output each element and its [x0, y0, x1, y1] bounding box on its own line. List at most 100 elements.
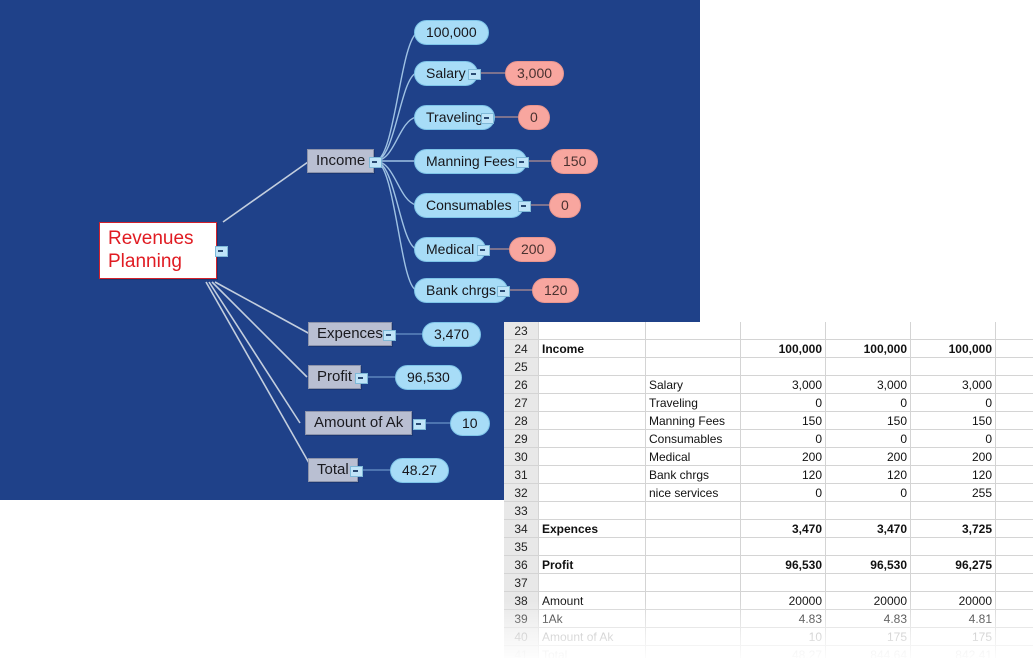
cell-category[interactable] [538, 411, 646, 430]
row-header[interactable]: 34 [504, 519, 539, 538]
cell-value[interactable] [995, 357, 1033, 376]
income-child-consumables[interactable]: Consumables [414, 193, 524, 218]
cell-category[interactable]: Expences [538, 519, 646, 538]
branch-node-income[interactable]: Income [307, 149, 375, 173]
cell-value[interactable]: 3,000 [910, 375, 996, 394]
cell-value[interactable]: 842.41 [910, 645, 996, 658]
cell-item[interactable]: Salary [645, 375, 741, 394]
table-row[interactable]: 31Bank chrgs120120120120 [504, 465, 1033, 484]
amount-of-ak-collapse-toggle[interactable] [413, 419, 426, 430]
row-header[interactable]: 25 [504, 357, 539, 376]
cell-item[interactable]: Medical [645, 447, 741, 466]
row-header[interactable]: 27 [504, 393, 539, 412]
cell-category[interactable] [538, 501, 646, 520]
branch-value-expences[interactable]: 3,470 [422, 322, 482, 347]
row-header[interactable]: 31 [504, 465, 539, 484]
cell-value[interactable]: 150 [995, 411, 1033, 430]
cell-value[interactable] [740, 322, 826, 340]
cell-item[interactable]: nice services [645, 483, 741, 502]
cell-value[interactable]: 20000 [910, 591, 996, 610]
salary-collapse-toggle[interactable] [468, 69, 481, 80]
cell-value[interactable]: 4.81 [910, 609, 996, 628]
medical-collapse-toggle[interactable] [477, 245, 490, 256]
income-collapse-toggle[interactable] [369, 157, 382, 168]
income-value-manning-fees[interactable]: 150 [551, 149, 599, 174]
cell-value[interactable]: 4.83 [825, 609, 911, 628]
row-header[interactable]: 40 [504, 627, 539, 646]
row-header[interactable]: 32 [504, 483, 539, 502]
cell-value[interactable]: 96,530 [740, 555, 826, 574]
expences-collapse-toggle[interactable] [383, 330, 396, 341]
cell-item[interactable] [645, 519, 741, 538]
cell-item[interactable] [645, 573, 741, 592]
cell-category[interactable]: Income [538, 339, 646, 358]
cell-value[interactable]: 255 [910, 483, 996, 502]
cell-value[interactable]: 120 [740, 465, 826, 484]
cell-value[interactable]: 4.83 [740, 609, 826, 628]
cell-value[interactable]: 120 [995, 465, 1033, 484]
income-value-salary[interactable]: 3,000 [505, 61, 565, 86]
table-row[interactable]: 38Amount20000200002000020000 [504, 591, 1033, 610]
cell-category[interactable] [538, 393, 646, 412]
cell-item[interactable] [645, 357, 741, 376]
table-row[interactable]: 36Profit96,53096,53096,27544,530 [504, 555, 1033, 574]
cell-item[interactable]: Manning Fees [645, 411, 741, 430]
row-header[interactable]: 38 [504, 591, 539, 610]
table-row[interactable]: 23 [504, 322, 1033, 340]
cell-category[interactable]: 1Ak [538, 609, 646, 628]
cell-value[interactable] [740, 357, 826, 376]
cell-value[interactable]: 200 [825, 447, 911, 466]
cell-category[interactable] [538, 465, 646, 484]
income-value-consumables[interactable]: 0 [549, 193, 581, 218]
cell-value[interactable]: 96,530 [825, 555, 911, 574]
cell-item[interactable] [645, 627, 741, 646]
row-header[interactable]: 23 [504, 322, 539, 340]
cell-value[interactable]: 0 [995, 375, 1033, 394]
total-collapse-toggle[interactable] [350, 466, 363, 477]
spreadsheet-grid[interactable]: 2324Income100,000100,000100,00050,000252… [504, 322, 1033, 658]
traveling-collapse-toggle[interactable] [481, 113, 494, 124]
cell-item[interactable] [645, 537, 741, 556]
cell-value[interactable]: 150 [910, 411, 996, 430]
consumables-collapse-toggle[interactable] [518, 201, 531, 212]
cell-value[interactable]: 100,000 [825, 339, 911, 358]
income-child-bank-chrgs[interactable]: Bank chrgs [414, 278, 509, 303]
cell-category[interactable]: Total [538, 645, 646, 658]
bank-chrgs-collapse-toggle[interactable] [497, 286, 510, 297]
cell-value[interactable]: 5,000 [995, 393, 1033, 412]
income-value-medical[interactable]: 200 [509, 237, 557, 262]
cell-item[interactable]: Bank chrgs [645, 465, 741, 484]
cell-value[interactable]: 0 [740, 483, 826, 502]
cell-category[interactable] [538, 357, 646, 376]
cell-item[interactable]: Consumables [645, 429, 741, 448]
cell-value[interactable]: 0 [740, 393, 826, 412]
cell-category[interactable] [538, 573, 646, 592]
row-header[interactable]: 29 [504, 429, 539, 448]
cell-item[interactable] [645, 339, 741, 358]
cell-item[interactable] [645, 555, 741, 574]
cell-value[interactable]: 0 [910, 393, 996, 412]
cell-value[interactable] [910, 537, 996, 556]
cell-value[interactable]: 2.23 [995, 609, 1033, 628]
row-header[interactable]: 39 [504, 609, 539, 628]
table-row[interactable]: 28Manning Fees150150150150 [504, 411, 1033, 430]
table-row[interactable]: 40Amount of Ak10175175175275 [504, 627, 1033, 646]
mindmap-root-node[interactable]: Revenues Planning [99, 222, 217, 279]
cell-value[interactable]: 389.64 [995, 645, 1033, 658]
cell-value[interactable]: 200 [995, 447, 1033, 466]
income-value-traveling[interactable]: 0 [518, 105, 550, 130]
row-header[interactable]: 37 [504, 573, 539, 592]
table-row[interactable]: 33 [504, 501, 1033, 520]
cell-value[interactable]: 3,000 [740, 375, 826, 394]
table-row[interactable]: 34Expences3,4703,4703,7255,470 [504, 519, 1033, 538]
row-header[interactable]: 35 [504, 537, 539, 556]
row-header[interactable]: 41 [504, 645, 539, 658]
row-header[interactable]: 33 [504, 501, 539, 520]
cell-value[interactable]: 0 [825, 429, 911, 448]
cell-value[interactable]: 0 [825, 483, 911, 502]
branch-node-expences[interactable]: Expences [308, 322, 392, 346]
cell-item[interactable] [645, 501, 741, 520]
table-row[interactable]: 29Consumables0000 [504, 429, 1033, 448]
cell-value[interactable]: 150 [825, 411, 911, 430]
cell-category[interactable]: Amount [538, 591, 646, 610]
